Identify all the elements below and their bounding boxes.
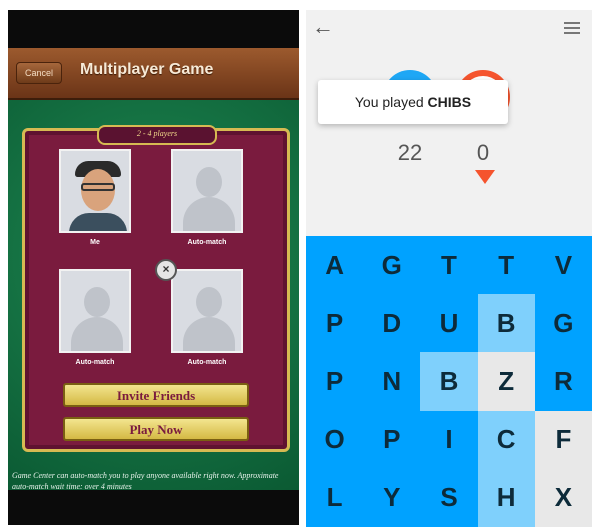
turn-indicator-icon <box>475 170 495 184</box>
letter-tile[interactable]: X <box>534 468 592 527</box>
remove-player-icon[interactable]: × <box>155 259 177 281</box>
play-now-button[interactable]: Play Now <box>63 417 249 441</box>
players-card: 2 - 4 players Me Auto-match Auto-match A… <box>22 125 290 452</box>
letter-tile[interactable]: Z <box>477 352 535 411</box>
player-slot-auto-match[interactable]: Auto-match <box>171 149 243 246</box>
invite-friends-button[interactable]: Invite Friends <box>63 383 249 407</box>
letter-tile[interactable]: P <box>363 410 421 469</box>
player-slot-me[interactable]: Me <box>59 149 131 246</box>
placeholder-avatar-icon <box>171 149 243 233</box>
score-red: 0 <box>476 140 490 165</box>
auto-match-info: Game Center can auto-match you to play a… <box>12 471 279 491</box>
letter-tile[interactable]: G <box>363 236 421 295</box>
letter-tile[interactable]: B <box>477 294 535 353</box>
letter-tile[interactable]: T <box>420 236 478 295</box>
menu-icon[interactable] <box>564 22 580 34</box>
letter-tile[interactable]: O <box>306 410 364 469</box>
letter-tile[interactable]: G <box>534 294 592 353</box>
player-slot-auto-match[interactable]: Auto-match <box>59 269 131 366</box>
letter-board: AGTTVPDUBGPNBZROPICFLYSHX <box>306 236 592 527</box>
back-arrow-icon[interactable]: ← <box>312 16 334 38</box>
avatar <box>59 149 131 233</box>
nav-bar: Cancel Multiplayer Game <box>8 48 299 100</box>
letter-tile[interactable]: L <box>306 468 364 527</box>
score-blue: 22 <box>397 140 423 165</box>
letter-tile[interactable]: I <box>420 410 478 469</box>
letter-tile[interactable]: D <box>363 294 421 353</box>
slot-label: Auto-match <box>187 239 227 246</box>
letter-tile[interactable]: P <box>306 352 364 411</box>
letter-tile[interactable]: H <box>477 468 535 527</box>
cancel-button[interactable]: Cancel <box>16 62 62 84</box>
slot-label: Auto-match <box>187 359 227 366</box>
game-center-screen: Cancel Multiplayer Game 2 - 4 players Me… <box>8 10 299 525</box>
letter-tile[interactable]: P <box>306 294 364 353</box>
letter-tile[interactable]: V <box>534 236 592 295</box>
felt-background: 2 - 4 players Me Auto-match Auto-match A… <box>8 100 299 490</box>
slot-label: Auto-match <box>75 359 115 366</box>
letter-tile[interactable]: B <box>420 352 478 411</box>
toast-prefix: You played <box>354 94 424 110</box>
played-word: CHIBS <box>427 94 472 110</box>
players-banner: 2 - 4 players <box>97 125 217 145</box>
letter-tile[interactable]: A <box>306 236 364 295</box>
letter-tile[interactable]: C <box>477 410 535 469</box>
page-title: Multiplayer Game <box>80 61 214 78</box>
slot-label: Me <box>90 239 100 246</box>
player-slot-auto-match[interactable]: Auto-match <box>171 269 243 366</box>
played-word-toast: You played CHIBS <box>318 80 508 124</box>
letter-tile[interactable]: U <box>420 294 478 353</box>
letter-tile[interactable]: Y <box>363 468 421 527</box>
letter-tile[interactable]: R <box>534 352 592 411</box>
placeholder-avatar-icon <box>171 269 243 353</box>
letter-tile[interactable]: N <box>363 352 421 411</box>
letter-tile[interactable]: F <box>534 410 592 469</box>
letter-tile[interactable]: T <box>477 236 535 295</box>
placeholder-avatar-icon <box>59 269 131 353</box>
letter-tile[interactable]: S <box>420 468 478 527</box>
letterpress-screen: ← 22 0 You played CHIBS AGTTVPDUBGPNBZRO… <box>306 10 592 527</box>
